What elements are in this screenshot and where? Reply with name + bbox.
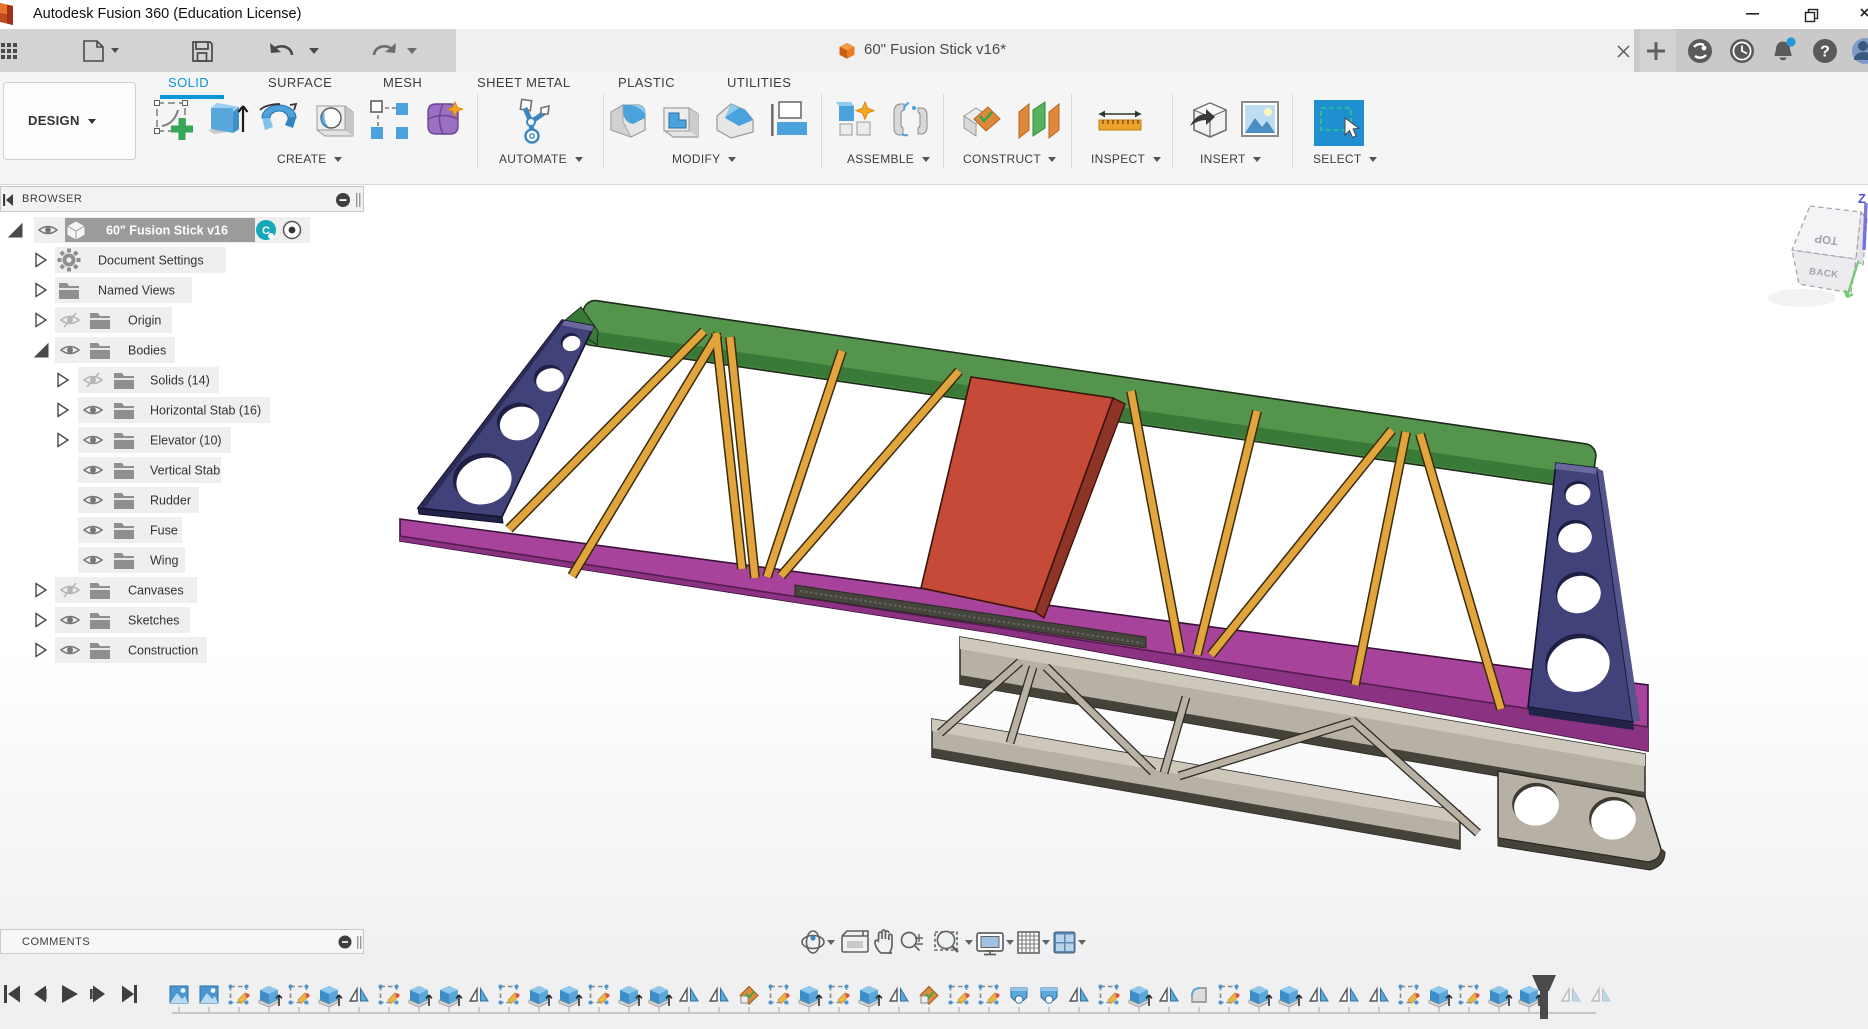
svg-text:Origin: Origin <box>128 314 161 328</box>
svg-text:?: ? <box>1820 44 1830 61</box>
svg-text:Construction: Construction <box>128 644 198 658</box>
svg-text:Rudder: Rudder <box>150 494 191 508</box>
svg-text:Named Views: Named Views <box>98 284 175 298</box>
svg-text:Bodies: Bodies <box>128 344 166 358</box>
svg-text:Horizontal Stab (16): Horizontal Stab (16) <box>150 404 261 418</box>
svg-text:60" Fusion Stick v16: 60" Fusion Stick v16 <box>106 224 228 238</box>
svg-text:Vertical Stab: Vertical Stab <box>150 464 220 478</box>
svg-text:Z: Z <box>1858 194 1866 206</box>
svg-text:Wing: Wing <box>150 554 179 568</box>
svg-text:Elevator (10): Elevator (10) <box>150 434 222 448</box>
svg-text:Sketches: Sketches <box>128 614 179 628</box>
svg-text:Solids (14): Solids (14) <box>150 374 210 388</box>
svg-text:Fuse: Fuse <box>150 524 178 538</box>
svg-text:Canvases: Canvases <box>128 584 184 598</box>
svg-text:Document Settings: Document Settings <box>98 254 204 268</box>
